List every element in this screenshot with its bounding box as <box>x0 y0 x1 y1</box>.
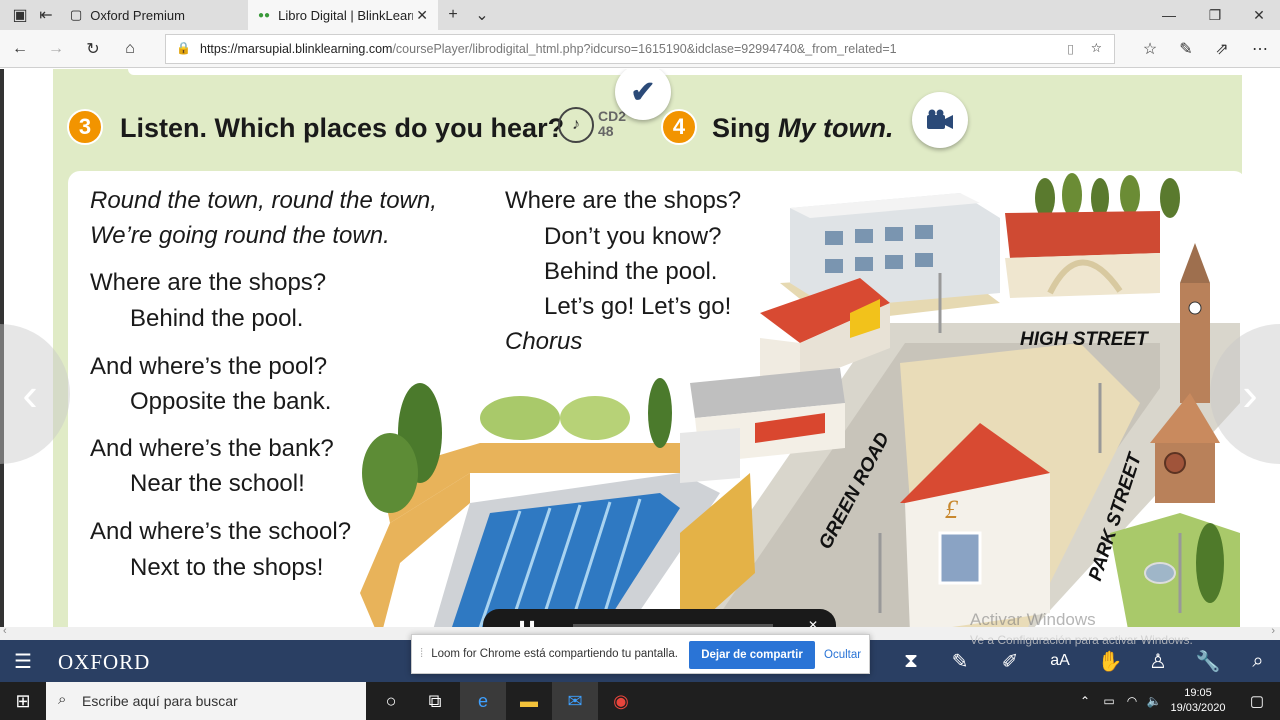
url-field[interactable]: 🔒 https://marsupial.blinklearning.com/co… <box>165 34 1115 64</box>
windows-taskbar: ⊞ ⌕ Escribe aquí para buscar ○ ⧉ e ▬ ✉ ◉… <box>0 682 1280 720</box>
menu-icon[interactable]: ☰ <box>8 648 38 674</box>
exercise-4-title: Sing My town. <box>712 113 894 144</box>
search-icon[interactable]: ⌕ <box>1243 648 1273 674</box>
system-clock[interactable]: 19:05 19/03/2020 <box>1165 686 1231 716</box>
tab-label: Libro Digital | BlinkLearn <box>278 7 414 23</box>
tab-libro-digital[interactable]: ●● Libro Digital | BlinkLearn ✕ <box>248 0 438 30</box>
previous-section-strip <box>128 69 1280 75</box>
chevron-left-icon: ‹ <box>22 368 38 420</box>
song-title: My town. <box>778 113 894 143</box>
audio-play-icon[interactable]: ♪ <box>558 107 594 143</box>
more-menu-icon[interactable]: ⋯ <box>1244 34 1276 64</box>
video-camera-button[interactable] <box>912 92 968 148</box>
video-camera-icon <box>927 109 953 129</box>
activate-windows-subtitle: Ve a Configuración para activar Windows. <box>970 633 1193 647</box>
activate-windows-title: Activar Windows <box>970 610 1096 629</box>
loading-dots-icon: ●● <box>258 9 271 21</box>
lyric-line: We’re going round the town. <box>90 222 390 249</box>
scroll-right-icon[interactable]: › <box>1271 625 1275 637</box>
hourglass-icon[interactable]: ⧗ <box>896 648 926 674</box>
reading-view-icon[interactable]: ▯ <box>1067 41 1074 56</box>
tab-label: Oxford Premium <box>90 7 185 23</box>
battery-icon[interactable]: ▭ <box>1098 682 1120 720</box>
loom-message: Loom for Chrome está compartiendo tu pan… <box>431 648 678 660</box>
exercise-4-prefix: Sing <box>712 113 778 143</box>
volume-icon[interactable]: 🔈 <box>1143 682 1165 720</box>
book-viewer: 3 Listen. Which places do you hear? ♪ CD… <box>0 69 1280 640</box>
set-aside-tabs-icon[interactable]: ⇤ <box>30 0 62 30</box>
pen-icon[interactable]: ✎ <box>1170 34 1202 64</box>
notifications-icon[interactable]: ▢ <box>1234 682 1280 720</box>
oxford-logo: OXFORD <box>58 650 151 674</box>
lock-icon: 🔒 <box>176 41 191 55</box>
search-placeholder: Escribe aquí para buscar <box>82 693 238 709</box>
chrome-icon[interactable]: ◉ <box>598 682 644 720</box>
pencil-icon[interactable]: ✎ <box>945 648 975 674</box>
taskbar-search[interactable]: ⌕ Escribe aquí para buscar <box>46 682 366 720</box>
lyric-line: Behind the pool. <box>130 305 304 332</box>
search-icon: ⌕ <box>58 691 67 708</box>
edge-icon[interactable]: e <box>460 682 506 720</box>
exercise-number-4: 4 <box>661 109 697 145</box>
tab-list-chevron-icon[interactable]: ⌄ <box>466 0 498 30</box>
refresh-icon[interactable]: ↻ <box>77 34 109 64</box>
text-size-icon[interactable]: aA <box>1045 648 1075 674</box>
hand-icon[interactable]: ✋ <box>1095 648 1125 674</box>
show-hidden-icons-icon[interactable]: ⌃ <box>1074 682 1096 720</box>
new-tab-icon[interactable]: + <box>437 0 469 30</box>
share-icon[interactable]: ⇗ <box>1206 34 1238 64</box>
track-number: 48 <box>598 123 614 139</box>
home-icon[interactable]: ⌂ <box>114 34 146 64</box>
highlighter-icon[interactable]: ✐ <box>995 648 1025 674</box>
lyric-line: And where’s the school? <box>90 518 352 545</box>
loom-sharing-banner: ⁞ Loom for Chrome está compartiendo tu p… <box>411 634 870 674</box>
lyric-line: And where’s the bank? <box>90 435 334 462</box>
url-host: https://marsupial.blinklearning.com <box>200 42 393 56</box>
lyric-line: Opposite the bank. <box>130 388 332 415</box>
lyric-line: Next to the shops! <box>130 554 324 581</box>
stop-sharing-button[interactable]: Dejar de compartir <box>689 641 815 669</box>
close-window-icon[interactable]: ✕ <box>1236 0 1280 30</box>
wrench-icon[interactable]: 🔧 <box>1193 648 1223 674</box>
cortana-icon[interactable]: ○ <box>368 682 414 720</box>
url-path: /coursePlayer/librodigital_html.php?idcu… <box>392 42 897 56</box>
clock-date: 19/03/2020 <box>1170 702 1226 714</box>
forward-icon[interactable]: → <box>40 34 72 64</box>
windows-start-icon[interactable]: ⊞ <box>0 682 46 720</box>
back-icon[interactable]: ← <box>4 34 36 64</box>
lyric-line: And where’s the pool? <box>90 353 328 380</box>
page-icon: ▢ <box>70 7 83 22</box>
hide-button[interactable]: Ocultar <box>824 641 861 669</box>
favorites-icon[interactable]: ☆ <box>1134 34 1166 64</box>
drag-handle-icon[interactable]: ⁞ <box>420 648 423 660</box>
cd-track-label: CD2 48 <box>598 109 626 139</box>
restore-icon[interactable]: ❐ <box>1192 0 1238 30</box>
clock-time: 19:05 <box>1184 687 1212 699</box>
file-explorer-icon[interactable]: ▬ <box>506 682 552 720</box>
wifi-icon[interactable]: ◠ <box>1121 682 1143 720</box>
scroll-left-icon[interactable]: ‹ <box>3 625 7 637</box>
minimize-icon[interactable]: — <box>1146 0 1192 30</box>
chevron-right-icon: › <box>1242 368 1258 420</box>
mail-icon[interactable]: ✉ <box>552 682 598 720</box>
close-tab-icon[interactable]: ✕ <box>416 7 428 24</box>
favorite-star-icon[interactable]: ☆ <box>1091 40 1102 55</box>
high-street-label: HIGH STREET <box>1020 329 1148 350</box>
exercise-number-3: 3 <box>67 109 103 145</box>
spotlight-icon[interactable]: ♙ <box>1143 648 1173 674</box>
address-bar-row: ← → ↻ ⌂ 🔒 https://marsupial.blinklearnin… <box>0 30 1280 68</box>
lyric-line: Near the school! <box>130 470 305 497</box>
browser-tab-bar: ▣ ⇤ ▢ Oxford Premium ●● Libro Digital | … <box>0 0 1280 30</box>
exercise-3-title: Listen. Which places do you hear? <box>120 113 565 143</box>
task-view-icon[interactable]: ⧉ <box>412 682 458 720</box>
bank-pound-sign: £ <box>945 495 959 524</box>
lyric-line: Where are the shops? <box>90 269 327 296</box>
tab-oxford-premium[interactable]: ▢ Oxford Premium <box>60 0 246 30</box>
